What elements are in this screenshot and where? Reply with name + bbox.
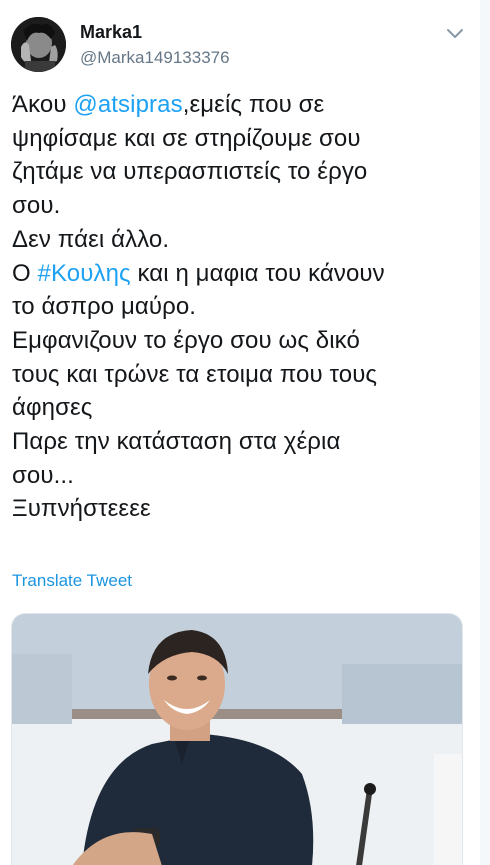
tweet-text-segment: σου... [12, 461, 74, 489]
tweet-text-segment: ψηφίσαμε και σε στηρίζουμε σου [12, 124, 361, 152]
author-handle[interactable]: @Marka149133376 [80, 48, 230, 68]
tweet-text-line: Δεν πάει άλλο. [12, 223, 474, 257]
tweet-text-line: Ξυπνήστεεεε [12, 492, 474, 526]
hashtag-link[interactable]: #Κουλης [38, 260, 131, 287]
tweet-text-line: τους και τρώνε τα ετοιμα που τους [12, 358, 474, 392]
tweet-text-line: Άκου @atsipras,εμείς που σε [12, 88, 474, 122]
tweet-text-segment: Παρε την κατάσταση στα χέρια [12, 428, 341, 456]
tweet-text-segment: και η μαφια του κάνουν [130, 259, 385, 287]
tweet-text-line: Εμφανιζουν το έργο σου ως δικό [12, 324, 474, 358]
tweet-text: Άκου @atsipras,εμείς που σε ψηφίσαμε και … [12, 88, 474, 526]
tweet-text-line: το άσπρο μαύρο. [12, 290, 474, 324]
tweet-text-segment: άφησες [12, 394, 93, 422]
tweet-text-line: άφησες [12, 391, 474, 425]
tweet-text-segment: το άσπρο μαύρο. [12, 293, 197, 321]
tweet-text-segment: ζητάμε να υπερασπιστείς το έργο [12, 158, 368, 186]
tweet-text-segment: σου. [12, 192, 61, 220]
tweet-text-segment: τους και τρώνε τα ετοιμα που τους [12, 360, 378, 388]
tweet-text-segment: Ξυπνήστεεεε [12, 495, 151, 523]
translate-tweet-link[interactable]: Translate Tweet [12, 571, 132, 591]
tweet-text-line: ψηφίσαμε και σε στηρίζουμε σου [12, 122, 474, 156]
screen-edge [480, 0, 490, 865]
tweet-text-segment: Άκου [12, 91, 74, 118]
tweet-text-segment: Εμφανιζουν το έργο σου ως δικό [12, 326, 360, 354]
tweet-photo[interactable] [11, 613, 463, 865]
tweet-card: Marka1 @Marka149133376 Άκου @atsipras,εμ… [0, 0, 490, 865]
tweet-text-segment: ,εμείς που σε [182, 91, 325, 118]
tweet-text-line: ζητάμε να υπερασπιστείς το έργο [12, 155, 474, 189]
tweet-text-segment: Δεν πάει άλλο. [12, 225, 170, 253]
avatar-photo-icon [11, 17, 66, 72]
tweet-text-line: σου. [12, 189, 474, 223]
author-avatar[interactable] [11, 17, 66, 72]
chevron-down-icon[interactable] [444, 22, 466, 44]
tweet-text-line: σου... [12, 459, 474, 493]
tweet-text-segment: Ο [12, 259, 38, 287]
author-display-name[interactable]: Marka1 [80, 22, 142, 43]
tweet-text-line: Παρε την κατάσταση στα χέρια [12, 425, 474, 459]
tweet-text-line: Ο #Κουλης και η μαφια του κάνουν [12, 257, 474, 291]
tweet-photo-image [12, 614, 462, 865]
mention-link[interactable]: @atsipras [73, 91, 182, 118]
